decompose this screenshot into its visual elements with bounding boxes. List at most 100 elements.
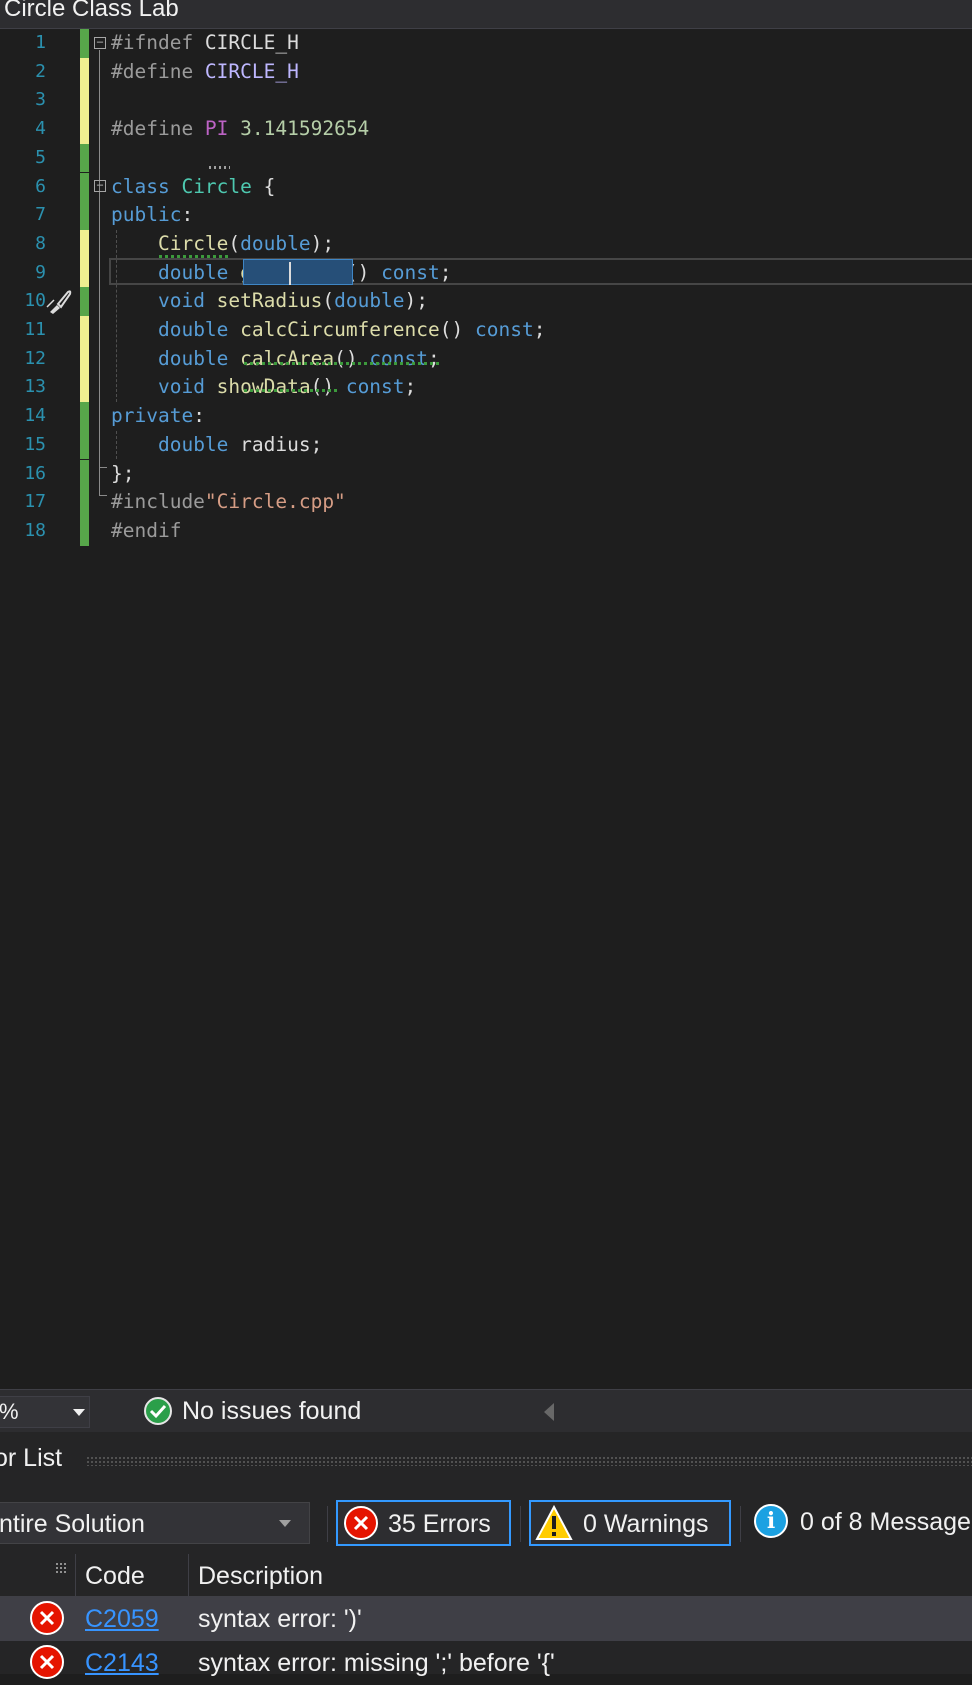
code-line[interactable]: 12 double calcArea() const; bbox=[0, 344, 972, 374]
error-row[interactable]: C2143 syntax error: missing ';' before '… bbox=[0, 1641, 972, 1685]
code-token: radius; bbox=[240, 432, 323, 456]
column-options-icon[interactable] bbox=[55, 1562, 67, 1574]
warning-squiggle bbox=[244, 389, 337, 392]
warning-squiggle bbox=[244, 362, 439, 365]
code-token: private bbox=[111, 404, 194, 428]
change-indicator bbox=[80, 29, 89, 58]
collapse-ifndef-icon[interactable]: − bbox=[94, 36, 106, 49]
fold-end-ifndef bbox=[99, 495, 107, 496]
code-line[interactable]: 4 #define PI 3.141592654 bbox=[0, 115, 972, 144]
scope-dropdown[interactable]: ntire Solution bbox=[0, 1502, 310, 1544]
code-text[interactable]: double calcCircumference() const; bbox=[111, 316, 545, 345]
code-token: double bbox=[334, 289, 405, 313]
code-text[interactable]: double radius; bbox=[111, 431, 322, 460]
code-token: double bbox=[157, 318, 241, 341]
errors-filter-button[interactable]: 35 Errors bbox=[336, 1500, 511, 1546]
column-header-description[interactable]: Description bbox=[198, 1562, 323, 1591]
code-token: double bbox=[240, 231, 311, 255]
code-token: CIRCLE_H bbox=[204, 31, 299, 54]
code-text[interactable]: private: bbox=[111, 402, 205, 431]
line-number: 14 bbox=[24, 405, 46, 427]
change-indicator bbox=[80, 86, 89, 116]
line-number: 2 bbox=[35, 60, 46, 82]
change-indicator bbox=[80, 516, 89, 546]
error-code-link[interactable]: C2059 bbox=[85, 1605, 159, 1634]
code-text[interactable]: #define PI 3.141592654 bbox=[111, 115, 369, 144]
info-circle-icon: i bbox=[754, 1504, 788, 1538]
code-token: #define bbox=[111, 117, 205, 141]
fold-end-class bbox=[99, 467, 107, 468]
change-indicator bbox=[80, 430, 89, 460]
panel-drag-grip[interactable] bbox=[86, 1456, 972, 1466]
error-row[interactable]: C2059 syntax error: ')' bbox=[0, 1597, 972, 1641]
zoom-dropdown[interactable]: % bbox=[0, 1396, 90, 1428]
code-text[interactable]: #endif bbox=[111, 517, 181, 546]
indent-guide-private bbox=[116, 431, 117, 459]
code-token: () bbox=[310, 375, 346, 399]
code-text[interactable]: void showData() const; bbox=[111, 373, 416, 402]
text-caret bbox=[289, 261, 291, 285]
warning-triangle-icon bbox=[535, 1505, 573, 1540]
line-number: 5 bbox=[35, 146, 46, 168]
code-token: PI bbox=[204, 117, 229, 141]
code-token: ; bbox=[404, 375, 417, 399]
code-token: ; bbox=[533, 318, 546, 341]
code-line[interactable]: 17 #include"Circle.cpp" bbox=[0, 488, 972, 517]
code-line[interactable]: 5 bbox=[0, 143, 972, 173]
scope-value: ntire Solution bbox=[0, 1510, 145, 1538]
line-number: 12 bbox=[24, 347, 46, 369]
line-number: 6 bbox=[35, 175, 46, 197]
change-indicator bbox=[80, 488, 89, 517]
code-text[interactable]: #ifndef CIRCLE_H bbox=[111, 29, 299, 58]
line-number: 10 bbox=[24, 290, 46, 312]
code-line[interactable]: 11 double calcCircumference() const; bbox=[0, 316, 972, 345]
change-indicator bbox=[80, 57, 89, 87]
code-line[interactable]: 14 private: bbox=[0, 402, 972, 431]
code-line[interactable]: 6 class Circle { bbox=[0, 172, 972, 202]
code-line[interactable]: 7 public: bbox=[0, 201, 972, 230]
errors-count: 35 Errors bbox=[388, 1510, 491, 1538]
warnings-filter-button[interactable]: 0 Warnings bbox=[529, 1500, 731, 1546]
code-text[interactable]: double calcArea() const; bbox=[111, 345, 440, 374]
code-text[interactable]: }; bbox=[111, 460, 134, 489]
code-token: calcCircumference bbox=[240, 318, 440, 341]
collapse-class-icon[interactable]: − bbox=[94, 179, 106, 192]
column-separator[interactable] bbox=[188, 1554, 189, 1596]
code-text[interactable]: void setRadius(double); bbox=[111, 287, 428, 316]
change-indicator bbox=[80, 172, 89, 202]
code-line[interactable]: 13 void showData() const; bbox=[0, 373, 972, 403]
code-token: const bbox=[345, 375, 405, 399]
column-header-code[interactable]: Code bbox=[85, 1562, 145, 1591]
code-line[interactable]: 8 Circle(double); bbox=[0, 229, 972, 259]
code-line[interactable]: 3 bbox=[0, 86, 972, 116]
issues-status[interactable]: No issues found bbox=[182, 1397, 361, 1426]
warning-squiggle bbox=[159, 255, 230, 258]
check-circle-icon bbox=[144, 1397, 172, 1425]
code-token: Circle bbox=[157, 231, 229, 255]
code-token: void bbox=[157, 289, 217, 313]
code-line[interactable]: 18 #endif bbox=[0, 516, 972, 546]
scroll-left-icon[interactable] bbox=[544, 1403, 554, 1421]
code-text[interactable]: public: bbox=[111, 201, 193, 230]
code-line[interactable]: 16}; bbox=[0, 459, 972, 489]
code-line[interactable]: 2 #define CIRCLE_H bbox=[0, 57, 972, 87]
code-editor[interactable]: 18 #endif 17 #include"Circle.cpp" 16}; 15 dou… bbox=[0, 29, 972, 1389]
code-line[interactable]: 15 double radius; bbox=[0, 430, 972, 460]
code-token: setRadius bbox=[216, 289, 323, 313]
quick-actions-brush-icon[interactable] bbox=[45, 287, 73, 315]
toolbar-separator bbox=[740, 1506, 741, 1542]
code-line[interactable]: 10 void setRadius(double); bbox=[0, 287, 972, 316]
code-token: #endif bbox=[111, 518, 182, 542]
code-text[interactable]: #include"Circle.cpp" bbox=[111, 488, 346, 517]
code-line[interactable]: 1 #ifndef CIRCLE_H bbox=[0, 29, 972, 58]
change-indicator bbox=[80, 229, 89, 259]
code-token: #define bbox=[111, 59, 205, 83]
messages-filter-button[interactable]: i 0 of 8 Message bbox=[752, 1500, 972, 1546]
column-separator[interactable] bbox=[75, 1554, 76, 1596]
code-text[interactable]: #define CIRCLE_H bbox=[111, 58, 299, 87]
code-text[interactable]: class Circle { bbox=[111, 173, 275, 202]
